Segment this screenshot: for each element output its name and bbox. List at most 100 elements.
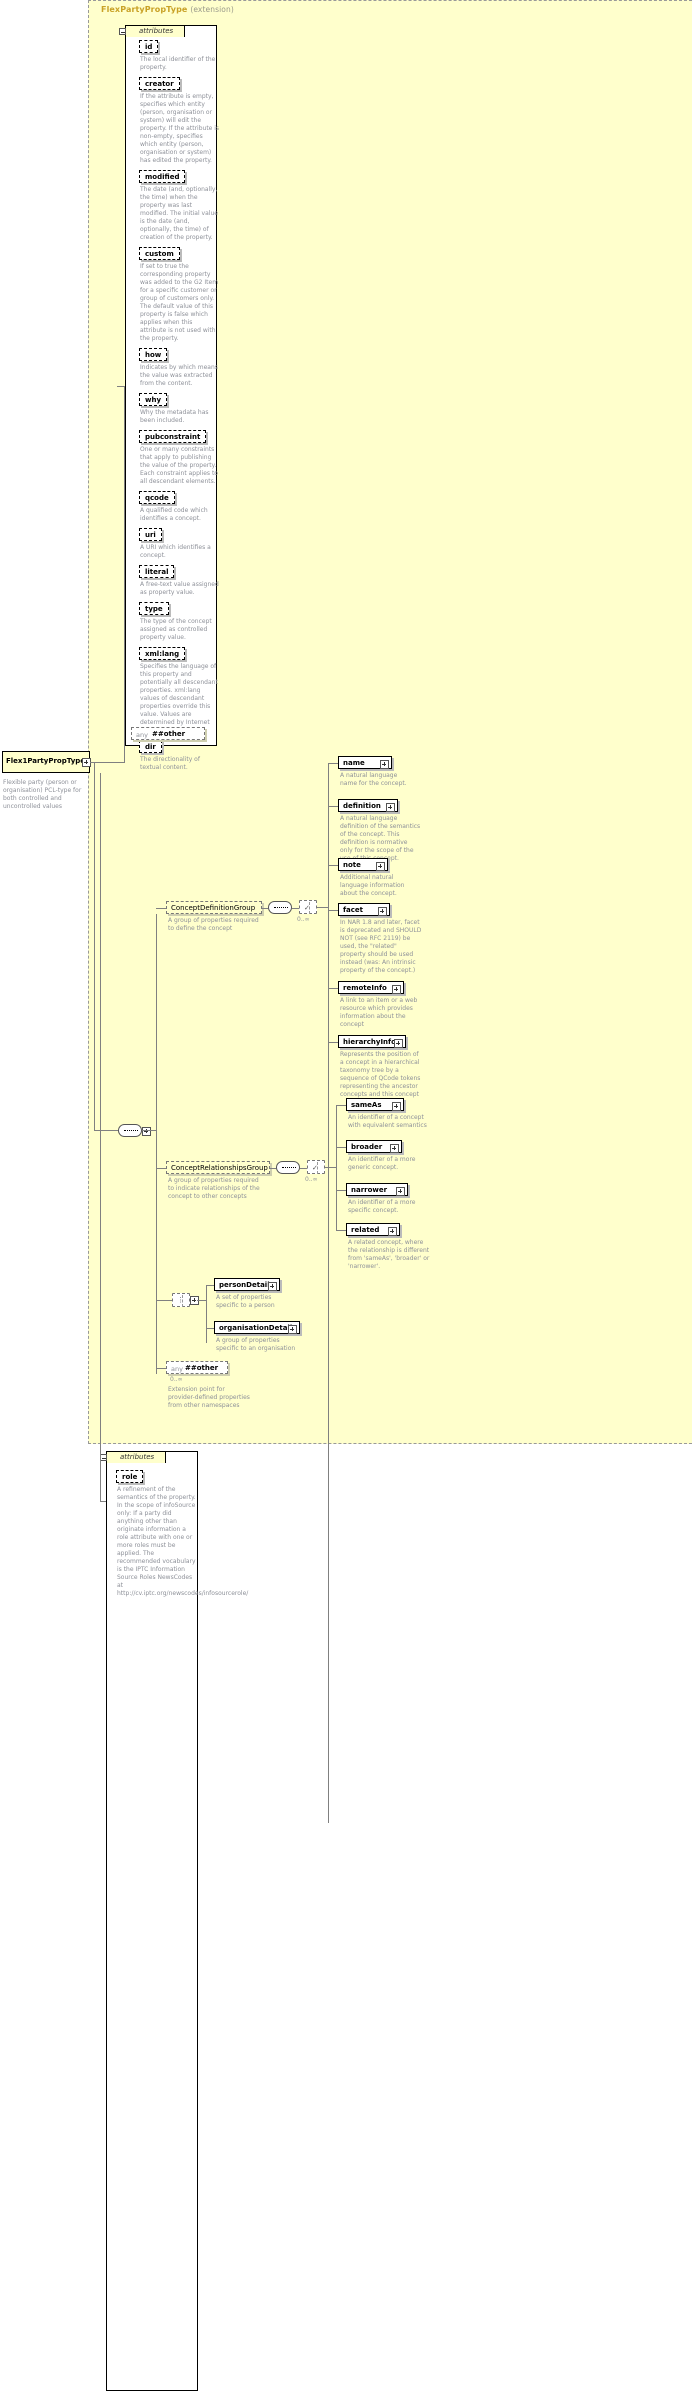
- collapse-minus-icon[interactable]: [100, 1454, 107, 1461]
- expand-plus-icon[interactable]: [392, 1102, 401, 1111]
- attributes-any-other-box[interactable]: any ##other: [131, 727, 205, 740]
- element-label: hierarchyInfo: [343, 1038, 396, 1047]
- attribute-name-chip[interactable]: creator: [139, 77, 180, 90]
- attribute-description: A free-text value assigned as property v…: [140, 581, 219, 596]
- expand-plus-icon[interactable]: [390, 1144, 399, 1153]
- attribute-description: The directionality of textual content.: [140, 756, 200, 771]
- attribute-name-chip[interactable]: modified: [139, 170, 186, 183]
- group-description: A group of properties required to indica…: [168, 1177, 260, 1200]
- connector-group2-choice: [300, 1168, 307, 1169]
- extension-any-other-box[interactable]: any ##other: [166, 1361, 228, 1374]
- expand-plus-icon[interactable]: [380, 760, 389, 769]
- attribute-creator: creator If the attribute is empty, speci…: [139, 77, 219, 165]
- element-definition[interactable]: definition: [338, 799, 398, 812]
- collapse-minus-icon[interactable]: [119, 28, 126, 35]
- attribute-role: role A refinement of the semantics of th…: [116, 1470, 249, 1598]
- connector-group1-choice: [292, 908, 299, 909]
- element-related[interactable]: related: [346, 1223, 400, 1236]
- element-label: related: [351, 1226, 380, 1235]
- attribute-description: A URI which identifies a concept.: [140, 544, 211, 559]
- expand-plus-icon[interactable]: [268, 1282, 277, 1291]
- group1-choice-symbol[interactable]: ✓: [299, 900, 317, 914]
- element-remoteinfo[interactable]: remoteInfo: [338, 981, 404, 994]
- group-label: ConceptDefinitionGroup: [171, 904, 256, 913]
- attribute-name-chip[interactable]: qcode: [139, 491, 175, 504]
- connector-group2-spine-in: [325, 1167, 336, 1168]
- element-description: A natural language definition of the sem…: [340, 815, 421, 862]
- element-label: broader: [351, 1143, 383, 1152]
- group-concept-relationships[interactable]: ConceptRelationshipsGroup: [166, 1161, 270, 1174]
- expand-plus-icon[interactable]: [378, 907, 387, 916]
- attribute-name-chip[interactable]: xml:lang: [139, 647, 186, 660]
- attribute-name-chip[interactable]: id: [139, 40, 159, 53]
- expand-plus-icon[interactable]: [396, 1187, 405, 1196]
- element-note[interactable]: note: [338, 858, 388, 871]
- element-description: A link to an item or a web resource whic…: [340, 997, 418, 1028]
- attribute-name-chip[interactable]: pubconstraint: [139, 430, 207, 443]
- attribute-literal: literal A free-text value assigned as pr…: [139, 565, 219, 597]
- extension-any-description: Extension point for provider-defined pro…: [168, 1386, 250, 1409]
- expand-plus-icon[interactable]: [394, 1039, 403, 1048]
- expand-plus-icon[interactable]: [386, 803, 395, 812]
- attribute-name-chip[interactable]: custom: [139, 247, 180, 260]
- connector-details-spine: [206, 1285, 207, 1343]
- attribute-type: type The type of the concept assigned as…: [139, 602, 215, 642]
- connector-attributes-stub: [117, 386, 125, 387]
- connector-root-vertical: [94, 762, 95, 1131]
- connector-to-details: [156, 1300, 172, 1301]
- expand-plus-icon[interactable]: [376, 862, 385, 871]
- attribute-name-chip[interactable]: how: [139, 348, 168, 361]
- bottom-attributes-header-label: attributes: [120, 1453, 155, 1461]
- attribute-uri: uri A URI which identifies a concept.: [139, 528, 215, 560]
- attribute-name-chip[interactable]: uri: [139, 528, 162, 541]
- attribute-description: One or many constraints that apply to pu…: [140, 446, 218, 485]
- connector-broader: [336, 1147, 346, 1148]
- element-sameas[interactable]: sameAs: [346, 1098, 404, 1111]
- attribute-name-chip[interactable]: dir: [139, 740, 162, 753]
- attribute-description: A refinement of the semantics of the pro…: [117, 1486, 249, 1597]
- attribute-id: id The local identifier of the property.: [139, 40, 215, 72]
- attribute-why: why Why the metadata has been included.: [139, 393, 215, 425]
- group-concept-definition[interactable]: ConceptDefinitionGroup: [166, 901, 262, 914]
- attribute-how: how Indicates by which means the value w…: [139, 348, 218, 388]
- element-facet[interactable]: facet: [338, 903, 390, 916]
- element-organisationdetails[interactable]: organisationDetails: [214, 1321, 300, 1334]
- expand-plus-icon[interactable]: [288, 1325, 297, 1334]
- connector-group1-seq: [262, 908, 268, 909]
- attribute-description: The date (and, optionally, the time) whe…: [140, 186, 218, 241]
- attribute-name-chip[interactable]: type: [139, 602, 169, 615]
- group1-sequence-symbol[interactable]: [268, 901, 292, 914]
- expand-plus-icon[interactable]: [392, 985, 401, 994]
- connector-hierarchyinfo: [328, 1042, 338, 1043]
- root-element-description: Flexible party (person or organisation) …: [3, 779, 82, 810]
- attribute-description: If set to true the corresponding propert…: [140, 263, 219, 342]
- root-element-label: Flex1PartyPropType: [6, 757, 86, 765]
- element-name[interactable]: name: [338, 756, 392, 769]
- group2-sequence-symbol[interactable]: [276, 1161, 300, 1174]
- group2-choice-symbol[interactable]: ✓: [307, 1160, 325, 1174]
- any-namespace-label: ##other: [185, 1364, 219, 1373]
- element-label: definition: [343, 802, 381, 811]
- attribute-xmllang: xml:lang Specifies the language of this …: [139, 647, 218, 735]
- connector-to-group2: [156, 1168, 166, 1169]
- attribute-name-chip[interactable]: why: [139, 393, 168, 406]
- element-hierarchyinfo[interactable]: hierarchyInfo: [338, 1035, 406, 1048]
- connector-to-group1: [156, 908, 166, 909]
- attribute-name-chip[interactable]: role: [116, 1470, 144, 1483]
- expand-plus-icon[interactable]: [388, 1227, 397, 1236]
- attribute-modified: modified The date (and, optionally, the …: [139, 170, 218, 242]
- extension-any-cardinality: 0..∞: [170, 1376, 183, 1383]
- attribute-dir: dir The directionality of textual conten…: [139, 740, 215, 772]
- element-persondetails[interactable]: personDetails: [214, 1278, 280, 1291]
- connector-group2-spine: [336, 1105, 337, 1230]
- attribute-description: Indicates by which means the value was e…: [140, 364, 218, 387]
- connector-note: [328, 865, 338, 866]
- connector-root-to-bottom-attributes: [100, 1501, 106, 1502]
- element-broader[interactable]: broader: [346, 1140, 402, 1153]
- sequence-connector-main[interactable]: [118, 1124, 142, 1137]
- attribute-name-chip[interactable]: literal: [139, 565, 175, 578]
- attribute-custom: custom If set to true the corresponding …: [139, 247, 218, 343]
- sequence-expand-plus-icon[interactable]: [142, 1127, 151, 1136]
- details-choice-symbol[interactable]: ⋮: [172, 1293, 190, 1307]
- element-narrower[interactable]: narrower: [346, 1183, 408, 1196]
